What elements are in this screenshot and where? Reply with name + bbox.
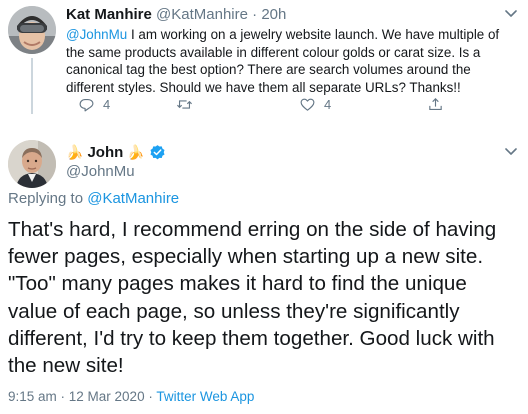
tweet-text: @JohnMu I am working on a jewelry websit… — [66, 26, 521, 96]
author-name[interactable]: John — [87, 144, 123, 161]
avatar[interactable] — [8, 140, 56, 188]
replying-to-handle[interactable]: @KatManhire — [87, 190, 179, 207]
banana-emoji: 🍌 — [66, 144, 84, 160]
author-handle[interactable]: @JohnMu — [66, 163, 135, 180]
avatar-kat-image — [8, 6, 56, 54]
like-button[interactable]: 4 — [299, 96, 331, 113]
chevron-down-icon[interactable] — [503, 145, 519, 159]
tweet-actions: 4 4 — [66, 96, 466, 116]
parent-tweet: Kat Manhire @KatManhire · 20h @JohnMu I … — [0, 0, 528, 114]
reply-button[interactable]: 4 — [78, 96, 110, 113]
retweet-button[interactable] — [176, 96, 193, 113]
replying-to: Replying to @KatManhire — [8, 190, 179, 207]
reply-author-row: 🍌 John 🍌 — [66, 144, 166, 161]
reply-count: 4 — [103, 97, 111, 112]
like-icon — [300, 98, 315, 111]
chevron-down-icon[interactable] — [503, 7, 519, 21]
verified-badge-icon — [150, 145, 165, 160]
tweet-body: I am working on a jewelry website launch… — [66, 27, 500, 95]
tweet-timestamp[interactable]: 9:15 am · 12 Mar 2020 · — [8, 389, 156, 404]
tweet-time[interactable]: 20h — [261, 6, 286, 23]
share-icon — [429, 98, 442, 111]
mention-link[interactable]: @JohnMu — [66, 27, 127, 42]
separator-dot: · — [252, 6, 258, 23]
author-name[interactable]: Kat Manhire — [66, 6, 152, 23]
retweet-icon — [177, 100, 192, 109]
reply-tweet-text: That's hard, I recommend erring on the s… — [8, 218, 497, 378]
like-count: 4 — [324, 97, 332, 112]
avatar[interactable] — [8, 6, 56, 54]
tweet-header: Kat Manhire @KatManhire · 20h — [66, 6, 286, 23]
thread-connector-line — [31, 58, 33, 114]
author-handle[interactable]: @KatManhire — [156, 6, 248, 23]
tweet-source[interactable]: Twitter Web App — [156, 389, 254, 404]
replying-to-label: Replying to — [8, 190, 84, 207]
banana-emoji: 🍌 — [127, 144, 145, 160]
avatar-john-image — [8, 140, 56, 188]
share-button[interactable] — [427, 96, 444, 113]
reply-icon — [79, 98, 94, 112]
tweet-metadata: 9:15 am · 12 Mar 2020 · Twitter Web App — [8, 389, 254, 404]
